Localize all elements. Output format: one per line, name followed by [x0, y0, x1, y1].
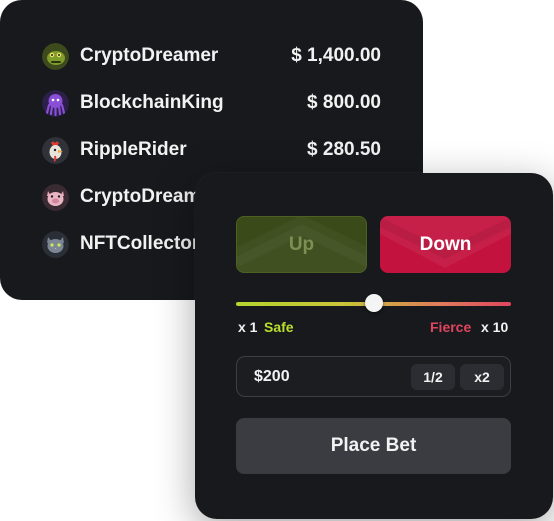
- player-amount: $ 1,400.00: [291, 45, 381, 66]
- place-bet-button[interactable]: Place Bet: [236, 418, 511, 474]
- dinosaur-avatar-icon: [42, 42, 69, 70]
- leaderboard-row: CryptoDreamer $ 1,400.00: [42, 41, 381, 71]
- leaderboard-row: BlockchainKing $ 800.00: [42, 88, 381, 118]
- bet-amount-value: $200: [254, 368, 290, 385]
- risk-min-multiplier: x 1: [238, 319, 258, 335]
- player-amount: $ 280.50: [307, 139, 381, 160]
- cat-avatar-icon: [42, 230, 69, 258]
- octopus-avatar-icon: [42, 89, 69, 117]
- player-name: CryptoDreamer: [80, 45, 219, 66]
- player-name: BlockchainKing: [80, 92, 224, 113]
- down-button[interactable]: Down: [380, 216, 511, 273]
- risk-max-multiplier: x 10: [481, 319, 509, 335]
- player-amount: $ 800.00: [307, 92, 381, 113]
- bet-amount-input[interactable]: $200 1/2 x2: [236, 356, 511, 397]
- player-name: NFTCollector: [80, 233, 200, 254]
- pig-avatar-icon: [42, 183, 69, 211]
- rooster-avatar-icon: [42, 136, 69, 164]
- player-name: CryptoDream: [80, 186, 201, 207]
- player-name: RippleRider: [80, 139, 187, 160]
- risk-safe-label: Safe: [264, 319, 294, 335]
- half-amount-button[interactable]: 1/2: [411, 364, 455, 390]
- leaderboard-row: RippleRider $ 280.50: [42, 135, 381, 165]
- bet-panel: Up Down x 1 Safe Fierce x 10 $200 1/2 x2…: [195, 173, 553, 519]
- up-button[interactable]: Up: [236, 216, 367, 273]
- down-button-label: Down: [419, 233, 472, 255]
- risk-fierce-label: Fierce: [430, 319, 472, 335]
- up-button-label: Up: [288, 233, 315, 255]
- risk-slider-handle[interactable]: [364, 294, 383, 312]
- double-amount-button[interactable]: x2: [460, 364, 504, 390]
